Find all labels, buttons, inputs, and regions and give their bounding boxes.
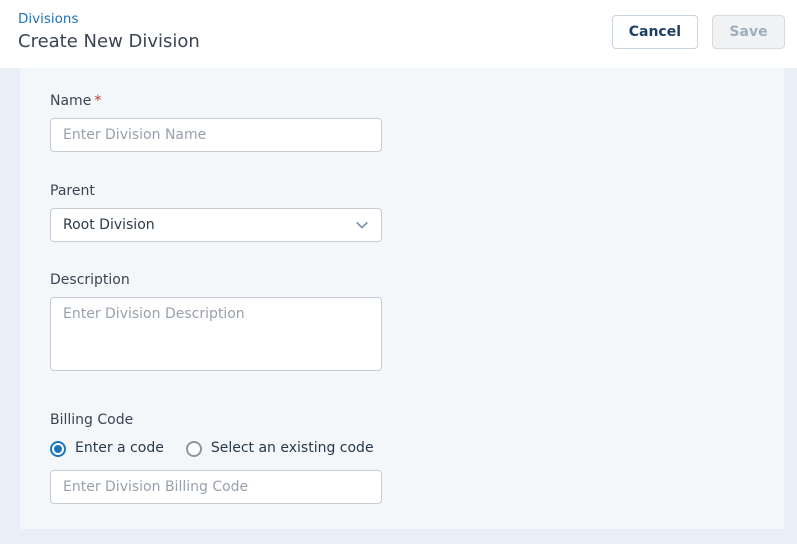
radio-option-select-existing-code[interactable]: Select an existing code <box>186 439 374 458</box>
create-division-form: Name* Parent Root Division Description B… <box>20 68 382 504</box>
page-title: Create New Division <box>18 29 200 55</box>
header-actions: Cancel Save <box>612 15 785 49</box>
cancel-button[interactable]: Cancel <box>612 15 698 49</box>
parent-field-label: Parent <box>50 182 382 201</box>
form-panel: Name* Parent Root Division Description B… <box>20 68 784 529</box>
radio-label-select-existing-code: Select an existing code <box>211 439 374 458</box>
radio-label-enter-a-code: Enter a code <box>75 439 164 458</box>
parent-select-value: Root Division <box>63 217 155 233</box>
billing-code-field-label: Billing Code <box>50 411 382 430</box>
page-header: Divisions Create New Division Cancel Sav… <box>0 0 797 68</box>
name-field-label: Name* <box>50 92 382 111</box>
division-billing-code-input[interactable] <box>50 470 382 504</box>
division-name-input[interactable] <box>50 118 382 152</box>
required-asterisk: * <box>94 93 101 109</box>
chevron-down-icon <box>355 218 369 232</box>
breadcrumb-divisions-link[interactable]: Divisions <box>18 10 200 29</box>
description-field-label: Description <box>50 271 382 290</box>
division-description-textarea[interactable] <box>50 297 382 371</box>
header-titles: Divisions Create New Division <box>18 10 200 55</box>
name-label-text: Name <box>50 93 91 109</box>
billing-code-radio-group: Enter a code Select an existing code <box>50 439 382 458</box>
radio-option-enter-a-code[interactable]: Enter a code <box>50 439 164 458</box>
radio-button-select-existing-code[interactable] <box>186 441 202 457</box>
parent-select[interactable]: Root Division <box>50 208 382 242</box>
radio-button-enter-a-code[interactable] <box>50 441 66 457</box>
save-button[interactable]: Save <box>712 15 785 49</box>
